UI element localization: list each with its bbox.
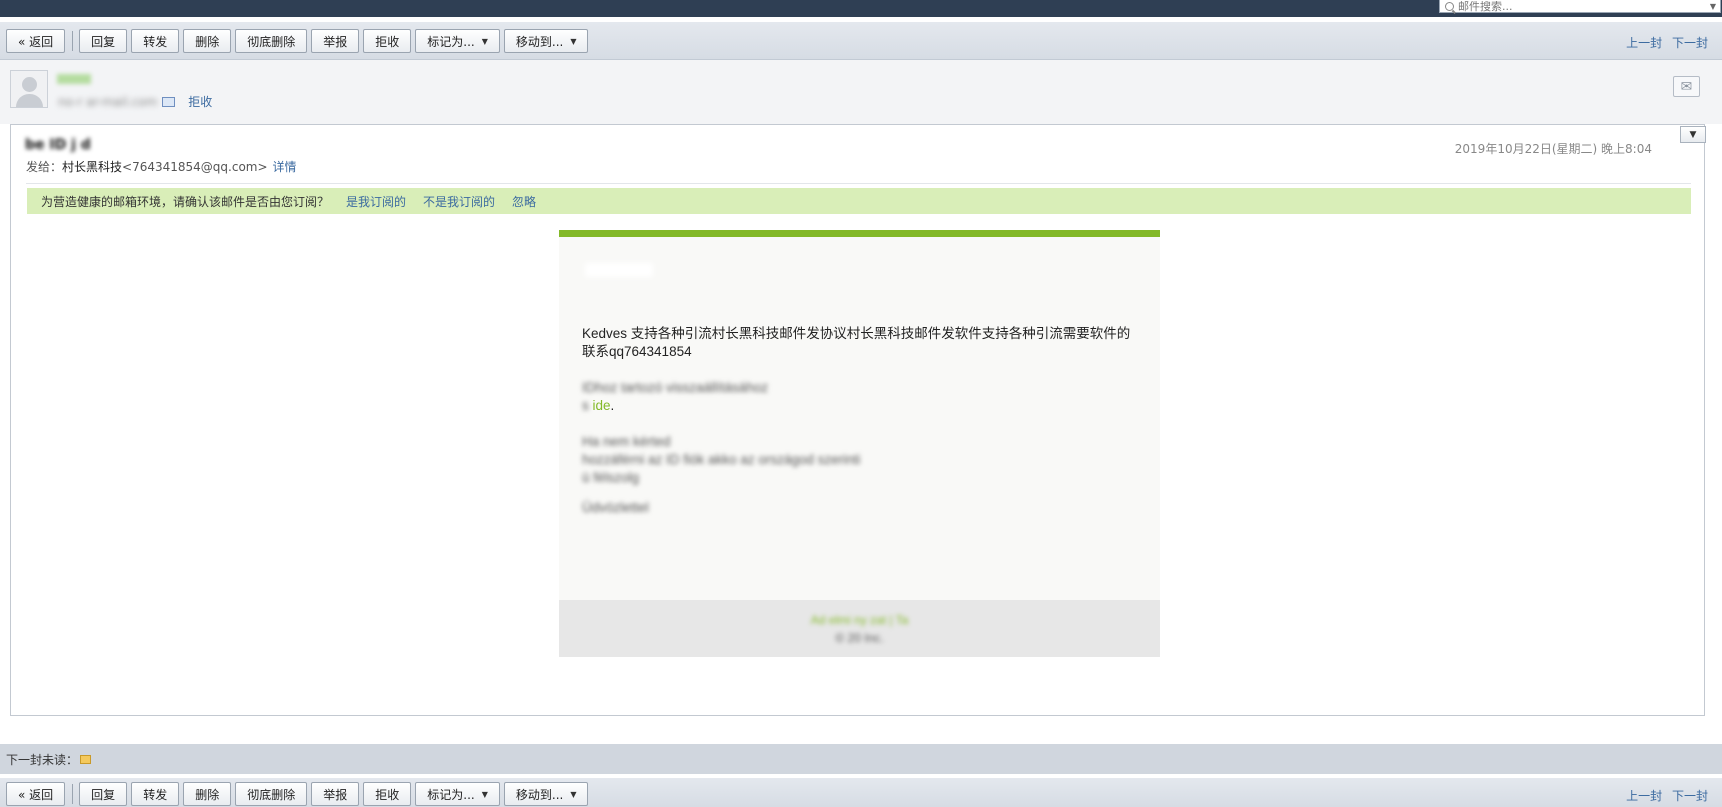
mail-search-box[interactable]: ▼ — [1439, 0, 1721, 13]
recipient-name: 村长黑科技 — [62, 160, 123, 174]
header-collapse-button[interactable]: ▼ — [1680, 126, 1706, 143]
signature: Üdvözlettel — [582, 499, 1132, 517]
mark-as-dropdown[interactable]: 标记为... ▼ — [415, 29, 500, 53]
mail-pager: 上一封 下一封 — [1620, 34, 1708, 51]
search-icon — [1445, 1, 1454, 11]
top-header-bar: ▼ — [0, 0, 1722, 17]
header-divider — [26, 183, 1691, 184]
mail-pager: 上一封 下一封 — [1620, 787, 1708, 804]
mail-subject: be ID j d — [25, 137, 91, 153]
subscription-notice-bar: 为营造健康的邮箱环境，请确认该邮件是否由您订阅？ 是我订阅的 不是我订阅的 忽略 — [27, 188, 1691, 214]
chevron-down-icon: ▼ — [1689, 129, 1697, 140]
permanent-delete-button[interactable]: 彻底删除 — [235, 782, 308, 806]
next-unread-bar: 下一封未读： — [0, 744, 1722, 774]
delete-button[interactable]: 删除 — [183, 782, 232, 806]
back-button[interactable]: « 返回 — [6, 782, 66, 806]
avatar-head — [22, 77, 37, 92]
recipient-address: <764341854@qq.com> — [122, 160, 268, 174]
report-button[interactable]: 举报 — [311, 29, 360, 53]
report-button[interactable]: 举报 — [311, 782, 360, 806]
forward-button[interactable]: 转发 — [131, 782, 180, 806]
subscribed-yes-link[interactable]: 是我订阅的 — [346, 193, 406, 210]
reset-text: IDhoz tartozó visszaállításához — [582, 380, 769, 395]
envelope-icon: ✉ — [1680, 78, 1693, 95]
reject-button[interactable]: 拒收 — [363, 29, 412, 53]
mail-content-panel: ▼ be ID j d 2019年10月22日(星期二) 晚上8:04 发给：村… — [10, 124, 1706, 716]
mark-as-dropdown[interactable]: 标记为... ▼ — [415, 782, 500, 806]
chevron-down-icon: ▼ — [481, 36, 488, 46]
greeting-paragraph: Kedves 支持各种引流村长黑科技邮件发协议村长黑科技邮件发软件支持各种引流需… — [582, 326, 1131, 359]
move-to-label: 移动到... — [515, 34, 564, 49]
forward-button[interactable]: 转发 — [131, 29, 180, 53]
chevron-down-icon: ▼ — [481, 789, 488, 799]
sender-address-text: no-r ar-mail.com — [58, 94, 158, 109]
mark-as-label: 标记为... — [427, 34, 475, 49]
details-link[interactable]: 详情 — [273, 160, 297, 174]
sender-info: no-r ar-mail.com 拒收 ✉ — [0, 60, 1722, 124]
disclaimer-line-3: ü félszolg — [582, 470, 640, 485]
reply-button[interactable]: 回复 — [79, 782, 128, 806]
mail-toolbar-bottom: « 返回 回复 转发 删除 彻底删除 举报 拒收 标记为... ▼ 移动到...… — [0, 778, 1722, 807]
reset-link[interactable]: ide — [593, 398, 611, 413]
previous-mail-link[interactable]: 上一封 — [1626, 789, 1662, 803]
envelope-button[interactable]: ✉ — [1673, 76, 1700, 97]
delete-button[interactable]: 删除 — [183, 29, 232, 53]
next-mail-link[interactable]: 下一封 — [1672, 36, 1708, 50]
signature-line-1: Üdvözlettel — [582, 500, 649, 515]
email-footer: Ad elmi ny zat | Ta © 20 Inc. — [559, 600, 1160, 657]
disclaimer-line-2: hozzáférni az ID fiók akko az országod s… — [582, 452, 861, 467]
move-to-label: 移动到... — [515, 787, 564, 802]
sender-reject-link[interactable]: 拒收 — [188, 93, 212, 110]
mark-as-label: 标记为... — [427, 787, 475, 802]
footer-links[interactable]: Ad elmi ny zat | Ta — [559, 611, 1160, 629]
footer-copyright: © 20 Inc. — [835, 631, 884, 645]
reject-button[interactable]: 拒收 — [363, 782, 412, 806]
permanent-delete-button[interactable]: 彻底删除 — [235, 29, 308, 53]
search-input[interactable] — [1458, 0, 1688, 12]
avatar — [10, 70, 48, 108]
chevron-down-icon: ▼ — [570, 789, 577, 799]
chevron-down-icon[interactable]: ▼ — [1710, 2, 1716, 11]
reset-paragraph: IDhoz tartozó visszaállításához s ide. — [582, 380, 769, 413]
contact-card-icon[interactable] — [162, 96, 176, 107]
back-button[interactable]: « 返回 — [6, 29, 66, 53]
avatar-body — [16, 94, 43, 107]
move-to-dropdown[interactable]: 移动到... ▼ — [503, 782, 589, 806]
chevron-down-icon: ▼ — [570, 36, 577, 46]
reply-button[interactable]: 回复 — [79, 29, 128, 53]
recipient-line: 发给：村长黑科技<764341854@qq.com> 详情 — [26, 158, 297, 175]
disclaimer-line-1: Ha nem kérted — [582, 434, 671, 449]
disclaimer-paragraph: Ha nem kérted hozzáférni az ID fiók akko… — [582, 433, 1132, 487]
mail-toolbar-top: « 返回 回复 转发 删除 彻底删除 举报 拒收 标记为... ▼ 移动到...… — [0, 22, 1722, 60]
next-unread-label: 下一封未读： — [6, 752, 79, 767]
recipient-prefix: 发给： — [26, 160, 63, 174]
mail-date: 2019年10月22日(星期二) 晚上8:04 — [1454, 142, 1652, 156]
sender-address: no-r ar-mail.com 拒收 — [58, 93, 212, 110]
unread-mail-icon — [80, 754, 92, 764]
sender-name-redacted — [57, 74, 91, 84]
reset-prefix: s — [582, 398, 589, 413]
email-body: Kedves 支持各种引流村长黑科技邮件发协议村长黑科技邮件发软件支持各种引流需… — [559, 230, 1160, 657]
toolbar-divider — [72, 784, 74, 804]
brand-logo-redacted — [585, 263, 653, 277]
subscribed-no-link[interactable]: 不是我订阅的 — [423, 193, 495, 210]
previous-mail-link[interactable]: 上一封 — [1626, 36, 1662, 50]
notice-text: 为营造健康的邮箱环境，请确认该邮件是否由您订阅？ — [41, 194, 330, 209]
move-to-dropdown[interactable]: 移动到... ▼ — [503, 29, 589, 53]
ignore-link[interactable]: 忽略 — [512, 193, 536, 210]
toolbar-divider — [72, 31, 74, 51]
mail-subject-text: be ID j d — [25, 137, 91, 153]
next-mail-link[interactable]: 下一封 — [1672, 789, 1708, 803]
